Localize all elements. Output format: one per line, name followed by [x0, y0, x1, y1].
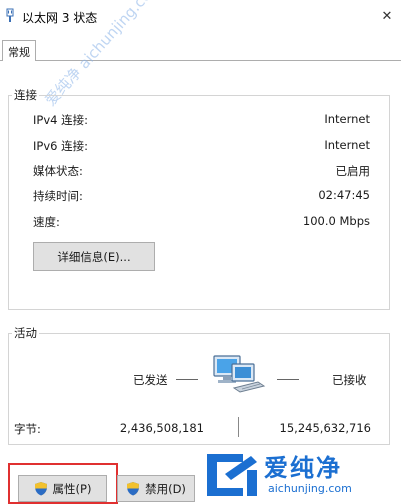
ipv4-label: IPv4 连接:: [33, 113, 88, 127]
speed-label: 速度:: [33, 215, 60, 229]
disable-button-label: 禁用(D): [145, 481, 186, 496]
watermark-brand-url: aichunjing.com: [268, 482, 352, 495]
media-state-label: 媒体状态:: [33, 164, 83, 178]
bytes-label: 字节:: [14, 422, 41, 436]
close-icon: ✕: [381, 8, 393, 24]
network-computers-icon: [213, 355, 266, 393]
properties-button-label: 属性(P): [52, 481, 92, 496]
received-label: 已接收: [332, 373, 367, 387]
shield-icon: [34, 482, 47, 496]
duration-value: 02:47:45: [318, 188, 370, 202]
sent-line: [176, 379, 198, 380]
activity-group-label: 活动: [12, 325, 39, 341]
tab-general-label: 常规: [8, 45, 30, 59]
properties-button[interactable]: 属性(P): [18, 475, 107, 502]
bytes-sent-value: 2,436,508,181: [119, 421, 204, 435]
title-bar: 以太网 3 状态 ✕: [0, 0, 401, 34]
watermark-brand-cn: 爱纯净: [264, 454, 342, 482]
disable-button[interactable]: 禁用(D): [117, 475, 195, 502]
speed-value: 100.0 Mbps: [302, 214, 370, 228]
details-button-label: 详细信息(E)...: [57, 249, 131, 264]
details-button[interactable]: 详细信息(E)...: [33, 242, 155, 271]
shield-icon: [127, 482, 140, 496]
connection-group-label: 连接: [12, 87, 39, 103]
window-title: 以太网 3 状态: [22, 11, 98, 25]
ipv6-value: Internet: [324, 138, 370, 152]
bytes-separator: [238, 417, 239, 437]
ipv4-value: Internet: [324, 112, 370, 126]
media-state-value: 已启用: [335, 164, 371, 178]
duration-label: 持续时间:: [33, 189, 83, 203]
sent-label: 已发送: [133, 373, 168, 387]
tab-general[interactable]: 常规: [2, 40, 36, 62]
received-line: [277, 379, 299, 380]
watermark-logo-icon: [207, 454, 257, 496]
bytes-received-value: 15,245,632,716: [279, 421, 371, 435]
close-button[interactable]: ✕: [374, 4, 400, 28]
network-adapter-icon: [6, 8, 14, 22]
tab-strip: 常规: [0, 34, 401, 62]
ipv6-label: IPv6 连接:: [33, 139, 88, 153]
